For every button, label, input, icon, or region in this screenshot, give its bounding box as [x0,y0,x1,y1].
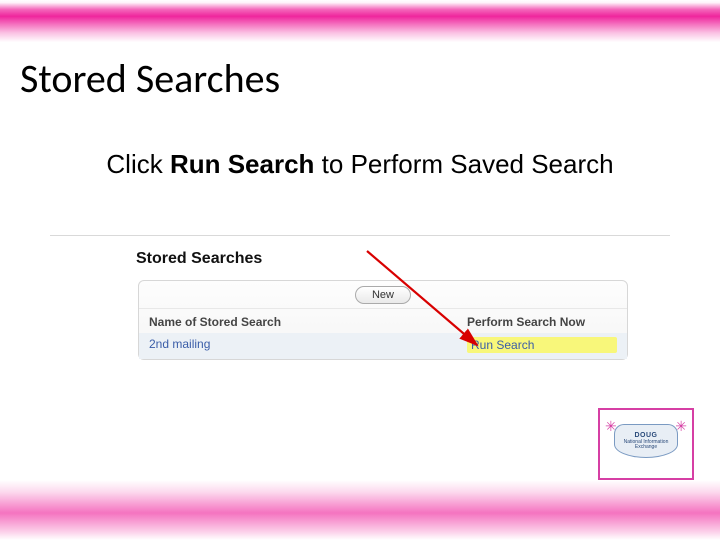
instruction-bold: Run Search [170,149,315,179]
saved-search-name[interactable]: 2nd mailing [149,337,467,353]
logo-sign: DOUG National Information Exchange [614,424,678,458]
logo-line1: DOUG [635,432,658,439]
instruction-text: Click Run Search to Perform Saved Search [0,148,720,181]
new-button[interactable]: New [355,286,411,304]
app-screenshot: Stored Searches New Name of Stored Searc… [50,235,670,405]
app-section-title: Stored Searches [50,236,670,268]
instruction-pre: Click [106,149,170,179]
bottom-band-decoration [0,480,720,540]
column-name-header: Name of Stored Search [149,315,467,329]
panel-header: Name of Stored Search Perform Search Now [139,309,627,333]
slide-title: Stored Searches [20,54,280,103]
panel-toolbar: New [139,281,627,309]
logo-inner: ✳ ✳ DOUG National Information Exchange [607,420,685,468]
run-search-link[interactable]: Run Search [467,337,617,353]
logo-stamp: ✳ ✳ DOUG National Information Exchange [598,408,694,480]
column-action-header: Perform Search Now [467,315,617,329]
instruction-post: to Perform Saved Search [314,149,613,179]
logo-line2: National Information Exchange [615,440,677,450]
stored-searches-panel: New Name of Stored Search Perform Search… [138,280,628,360]
table-row: 2nd mailing Run Search [139,333,627,359]
